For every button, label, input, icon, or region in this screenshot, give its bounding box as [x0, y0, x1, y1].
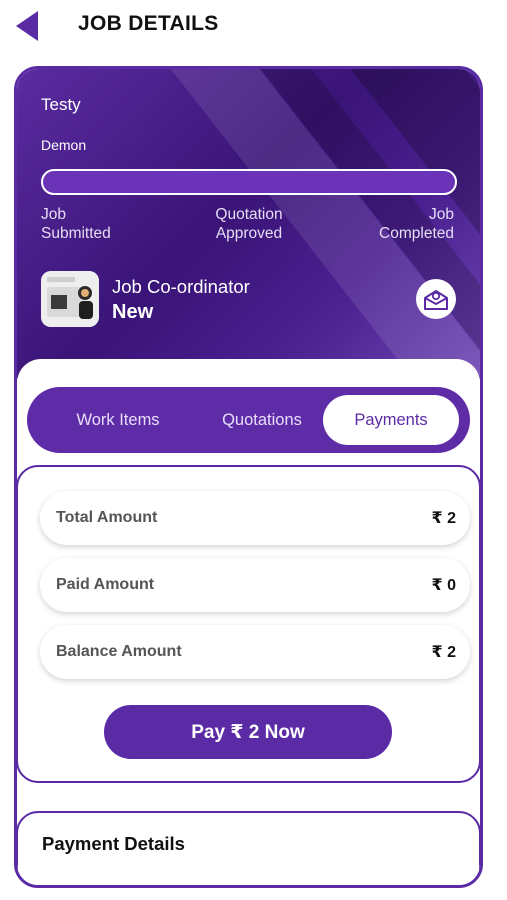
total-amount-label: Total Amount — [56, 509, 158, 526]
tab-quotations[interactable]: Quotations — [187, 395, 337, 445]
pay-now-button[interactable]: Pay ₹ 2 Now — [104, 705, 392, 759]
mail-icon — [424, 290, 448, 310]
job-card: Testy Demon Job Submitted Quotation Appr… — [14, 66, 483, 888]
stage-job-completed: Job Completed — [379, 206, 454, 242]
paid-amount-value: ₹ 0 — [431, 577, 456, 594]
coordinator-photo-icon — [41, 271, 99, 327]
tab-payments[interactable]: Payments — [323, 395, 459, 445]
job-content: Work Items Quotations Payments Total Amo… — [17, 359, 480, 885]
paid-amount-row: Paid Amount ₹ 0 — [40, 558, 470, 612]
stage-quotation-approved: Quotation Approved — [215, 206, 283, 242]
balance-amount-value: ₹ 2 — [431, 644, 456, 661]
tab-work-items[interactable]: Work Items — [43, 395, 193, 445]
paid-amount-label: Paid Amount — [56, 576, 155, 593]
page-title: JOB DETAILS — [78, 12, 219, 35]
customer-name: Testy — [41, 95, 81, 114]
payment-details-panel[interactable]: Payment Details — [17, 811, 480, 885]
balance-amount-row: Balance Amount ₹ 2 — [40, 625, 470, 679]
coordinator-avatar — [41, 271, 99, 327]
message-coordinator-button[interactable] — [416, 279, 456, 319]
back-arrow-icon — [16, 11, 38, 41]
job-tab-bar: Work Items Quotations Payments — [27, 387, 470, 453]
job-progress-bar — [41, 169, 457, 195]
coordinator-role: Job Co-ordinator — [112, 276, 250, 297]
payments-summary-panel: Total Amount ₹ 2 Paid Amount ₹ 0 Balance… — [17, 465, 480, 783]
total-amount-value: ₹ 2 — [431, 510, 456, 527]
total-amount-row: Total Amount ₹ 2 — [40, 491, 470, 545]
balance-amount-label: Balance Amount — [56, 643, 182, 660]
job-summary-banner: Testy Demon Job Submitted Quotation Appr… — [17, 69, 480, 379]
customer-subname: Demon — [41, 137, 87, 153]
app-header: JOB DETAILS — [0, 0, 507, 52]
coordinator-status: New — [112, 301, 154, 323]
payment-details-title: Payment Details — [42, 833, 185, 854]
stage-job-submitted: Job Submitted — [41, 206, 111, 242]
back-button[interactable] — [14, 10, 44, 42]
